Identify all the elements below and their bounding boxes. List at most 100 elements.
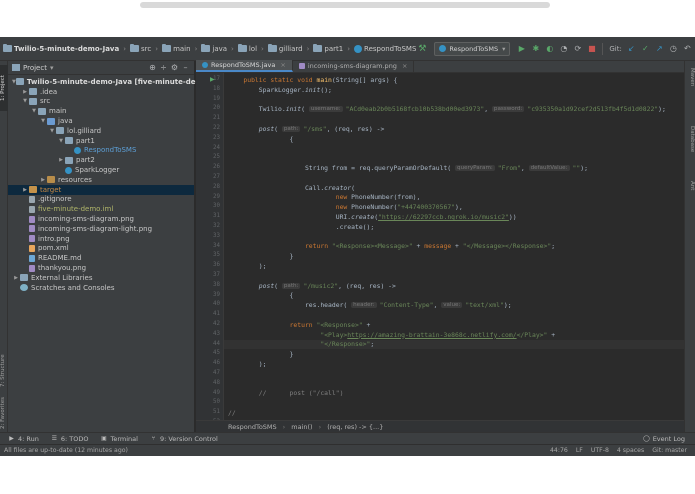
- tree-item[interactable]: ▶ target: [8, 184, 194, 195]
- history-icon[interactable]: ◷: [667, 42, 680, 55]
- tree-item[interactable]: ▼ java: [8, 116, 194, 126]
- stop-icon[interactable]: ■: [585, 42, 598, 55]
- expanded-arrow-icon[interactable]: ▼: [39, 118, 47, 124]
- code-breadcrumb-item[interactable]: RespondToSMS: [228, 423, 277, 431]
- editor-tab-label: RespondToSMS.java: [211, 61, 276, 69]
- build-project-icon[interactable]: ⟳: [571, 42, 584, 55]
- collapsed-arrow-icon[interactable]: ▶: [21, 187, 29, 193]
- coverage-icon[interactable]: ◐: [543, 42, 556, 55]
- git-push-icon[interactable]: ↗: [653, 42, 666, 55]
- collapsed-arrow-icon[interactable]: ▶: [21, 89, 29, 95]
- breadcrumb-separator: ›: [261, 44, 264, 53]
- tree-item[interactable]: incoming-sms-diagram.png: [8, 214, 194, 224]
- editor-tab[interactable]: incoming-sms-diagram.png ×: [293, 60, 415, 72]
- breadcrumb-item[interactable]: java: [201, 44, 227, 53]
- terminal-tool-button[interactable]: ▣ Terminal: [100, 435, 138, 443]
- project-panel-title[interactable]: Project: [23, 64, 47, 72]
- tree-item[interactable]: intro.png: [8, 234, 194, 244]
- code-token: public static void: [243, 75, 317, 84]
- project-panel-header: Project ▾ ⊕ ÷ ⚙ –: [8, 61, 194, 75]
- breadcrumb-item[interactable]: part1: [313, 44, 343, 53]
- tree-item[interactable]: ▼ main: [8, 106, 194, 116]
- tree-item[interactable]: RespondToSMS: [8, 146, 194, 156]
- caret-position[interactable]: 44:76: [550, 447, 568, 454]
- expanded-arrow-icon[interactable]: ▼: [48, 128, 56, 134]
- tree-item[interactable]: pom.xml: [8, 244, 194, 254]
- build-icon[interactable]: ⚒: [416, 44, 428, 54]
- event-log-button[interactable]: ◯ Event Log: [643, 435, 685, 443]
- tree-item[interactable]: five-minute-demo.iml: [8, 204, 194, 214]
- expanded-arrow-icon[interactable]: ▼: [21, 98, 29, 104]
- tab-favorites-tool[interactable]: 2: Favorites: [0, 395, 8, 431]
- breadcrumb-item[interactable]: gilliard: [267, 44, 303, 53]
- tab-project-tool[interactable]: 1: Project: [0, 65, 8, 111]
- code-breadcrumb-item[interactable]: main(): [291, 423, 312, 431]
- tree-item[interactable]: ▼ lol.gilliard: [8, 126, 194, 136]
- tab-ant[interactable]: Ant: [686, 177, 695, 195]
- tree-item[interactable]: ▶ resources: [8, 175, 194, 185]
- tree-item[interactable]: incoming-sms-diagram-light.png: [8, 224, 194, 234]
- tree-item[interactable]: ▶ External Libraries: [8, 273, 194, 283]
- url-link[interactable]: https://amazing-brattain-3e868c.netlify.…: [347, 331, 516, 339]
- tree-item[interactable]: Scratches and Consoles: [8, 283, 194, 293]
- git-commit-icon[interactable]: ✓: [639, 42, 652, 55]
- run-gutter-icon[interactable]: ▶: [210, 75, 215, 85]
- url-link[interactable]: "https://62297ccb.ngrok.io/music2": [378, 213, 509, 221]
- breadcrumb-item[interactable]: main: [162, 44, 191, 53]
- version-control-tool-button[interactable]: ⑂ 9: Version Control: [150, 435, 218, 443]
- git-update-icon[interactable]: ↙: [625, 42, 638, 55]
- collapse-all-icon[interactable]: ÷: [158, 63, 169, 72]
- tree-item[interactable]: .gitignore: [8, 195, 194, 205]
- git-branch[interactable]: Git: master: [652, 447, 687, 454]
- code-token: (: [301, 105, 309, 114]
- hide-icon[interactable]: –: [180, 63, 191, 72]
- editor-tab[interactable]: RespondToSMS.java ×: [196, 60, 293, 72]
- run-icon[interactable]: ▶: [515, 42, 528, 55]
- tab-maven[interactable]: Maven: [686, 65, 695, 89]
- close-icon[interactable]: ×: [402, 62, 407, 70]
- expanded-arrow-icon[interactable]: ▼: [30, 108, 38, 114]
- close-icon[interactable]: ×: [280, 61, 285, 69]
- markdown-file-icon: [29, 254, 35, 262]
- breadcrumb-item[interactable]: lol: [237, 44, 257, 53]
- tab-structure-tool[interactable]: 7: Structure: [0, 351, 8, 391]
- tab-database[interactable]: Database: [686, 121, 695, 157]
- file-encoding[interactable]: UTF-8: [591, 447, 609, 454]
- main-toolbar: ⚒ RespondToSMS ▾ ▶ ✱ ◐ ◔ ⟳ ■ Git: ↙ ✓ ↗ …: [416, 37, 695, 60]
- tree-item[interactable]: README.md: [8, 253, 194, 263]
- tree-item[interactable]: ▶ part2: [8, 155, 194, 165]
- expanded-arrow-icon[interactable]: ▼: [57, 138, 65, 144]
- breadcrumb-item[interactable]: RespondToSMS: [354, 44, 416, 53]
- run-tool-button[interactable]: ▶ 4: Run: [8, 435, 39, 443]
- profile-icon[interactable]: ◔: [557, 42, 570, 55]
- tree-item[interactable]: ▼ Twilio-5-minute-demo-Java [five-minute-…: [8, 77, 223, 87]
- run-configuration-select[interactable]: RespondToSMS ▾: [434, 41, 511, 56]
- tree-item[interactable]: ▶ .idea: [8, 87, 194, 97]
- breadcrumb-item[interactable]: src: [130, 44, 151, 53]
- tree-item[interactable]: thankyou.png: [8, 263, 194, 273]
- line-separator[interactable]: LF: [576, 447, 583, 454]
- collapsed-arrow-icon[interactable]: ▶: [12, 275, 20, 281]
- tree-item[interactable]: ▼ src: [8, 97, 194, 107]
- parameter-hint: value:: [441, 302, 463, 309]
- code-breadcrumb-item[interactable]: (req, res) -> {...}: [327, 423, 383, 431]
- collapsed-arrow-icon[interactable]: ▶: [57, 157, 65, 163]
- chevron-down-icon[interactable]: ▾: [50, 64, 54, 72]
- gear-icon[interactable]: ⚙: [169, 63, 180, 72]
- indent-setting[interactable]: 4 spaces: [617, 447, 644, 454]
- tree-item[interactable]: ▼ part1: [8, 136, 194, 146]
- code-area[interactable]: public static void main (String[] args) {…: [224, 73, 684, 420]
- todo-tool-button[interactable]: ☰ 6: TODO: [51, 435, 89, 443]
- breadcrumb-item[interactable]: Twilio-5-minute-demo-Java: [3, 44, 119, 53]
- tree-item[interactable]: SparkLogger: [8, 165, 194, 175]
- collapsed-arrow-icon[interactable]: ▶: [39, 177, 47, 183]
- debug-icon[interactable]: ✱: [529, 42, 542, 55]
- target-icon[interactable]: ⊕: [147, 63, 158, 72]
- rollback-icon[interactable]: ↶: [681, 42, 694, 55]
- code-token: +: [366, 320, 371, 329]
- tree-item-label: Scratches and Consoles: [31, 283, 115, 292]
- code-line: {: [224, 291, 684, 301]
